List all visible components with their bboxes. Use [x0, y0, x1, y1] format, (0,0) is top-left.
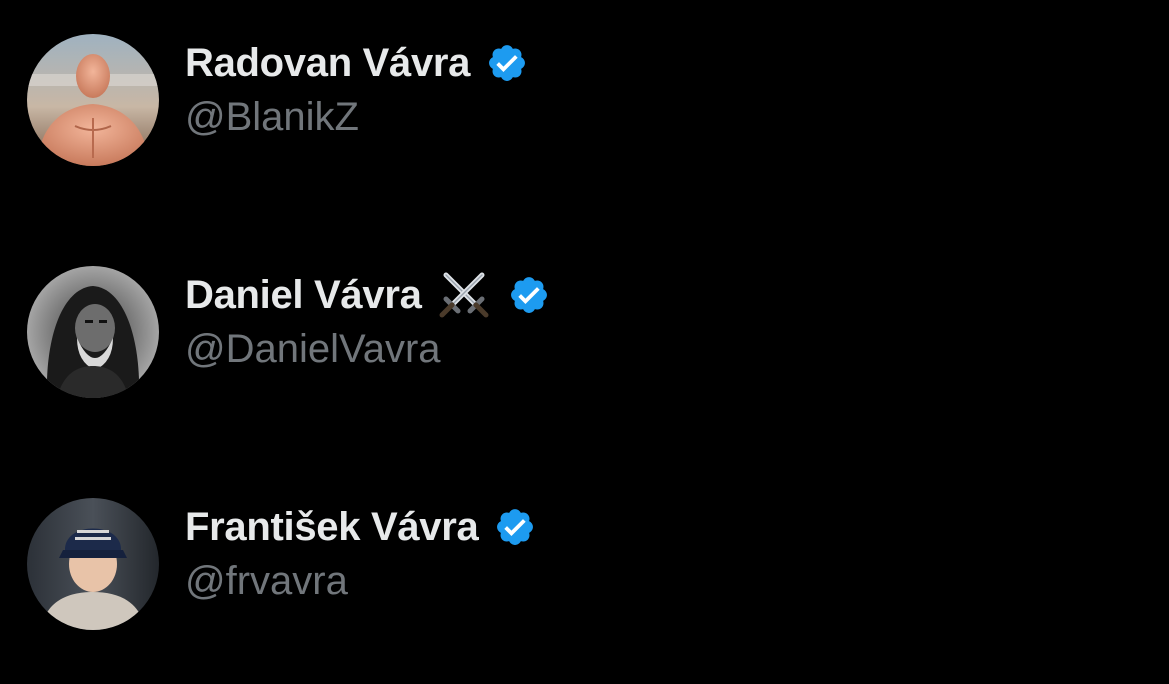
display-name[interactable]: Radovan Vávra [185, 38, 470, 88]
avatar-photo-icon [27, 266, 159, 398]
avatar[interactable] [27, 34, 159, 166]
avatar[interactable] [27, 266, 159, 398]
crossed-swords-icon [439, 272, 489, 318]
user-row-daniel-vavra[interactable]: Daniel Vávra @DanielVavra [0, 262, 1169, 402]
user-handle[interactable]: @DanielVavra [185, 324, 441, 374]
avatar-photo-icon [27, 34, 159, 166]
user-handle[interactable]: @frvavra [185, 556, 348, 606]
verified-badge-icon[interactable] [486, 42, 528, 84]
name-line: Radovan Vávra [185, 38, 528, 88]
display-name[interactable]: František Vávra [185, 502, 479, 552]
name-line: František Vávra [185, 502, 536, 552]
display-name[interactable]: Daniel Vávra [185, 270, 422, 320]
user-row-frantisek-vavra[interactable]: František Vávra @frvavra [0, 494, 1169, 634]
user-row-radovan-vavra[interactable]: Radovan Vávra @BlanikZ [0, 30, 1169, 170]
avatar-photo-icon [27, 498, 159, 630]
name-line: Daniel Vávra [185, 270, 550, 320]
verified-badge-icon[interactable] [508, 274, 550, 316]
avatar[interactable] [27, 498, 159, 630]
verified-badge-icon[interactable] [494, 506, 536, 548]
user-handle[interactable]: @BlanikZ [185, 92, 359, 142]
